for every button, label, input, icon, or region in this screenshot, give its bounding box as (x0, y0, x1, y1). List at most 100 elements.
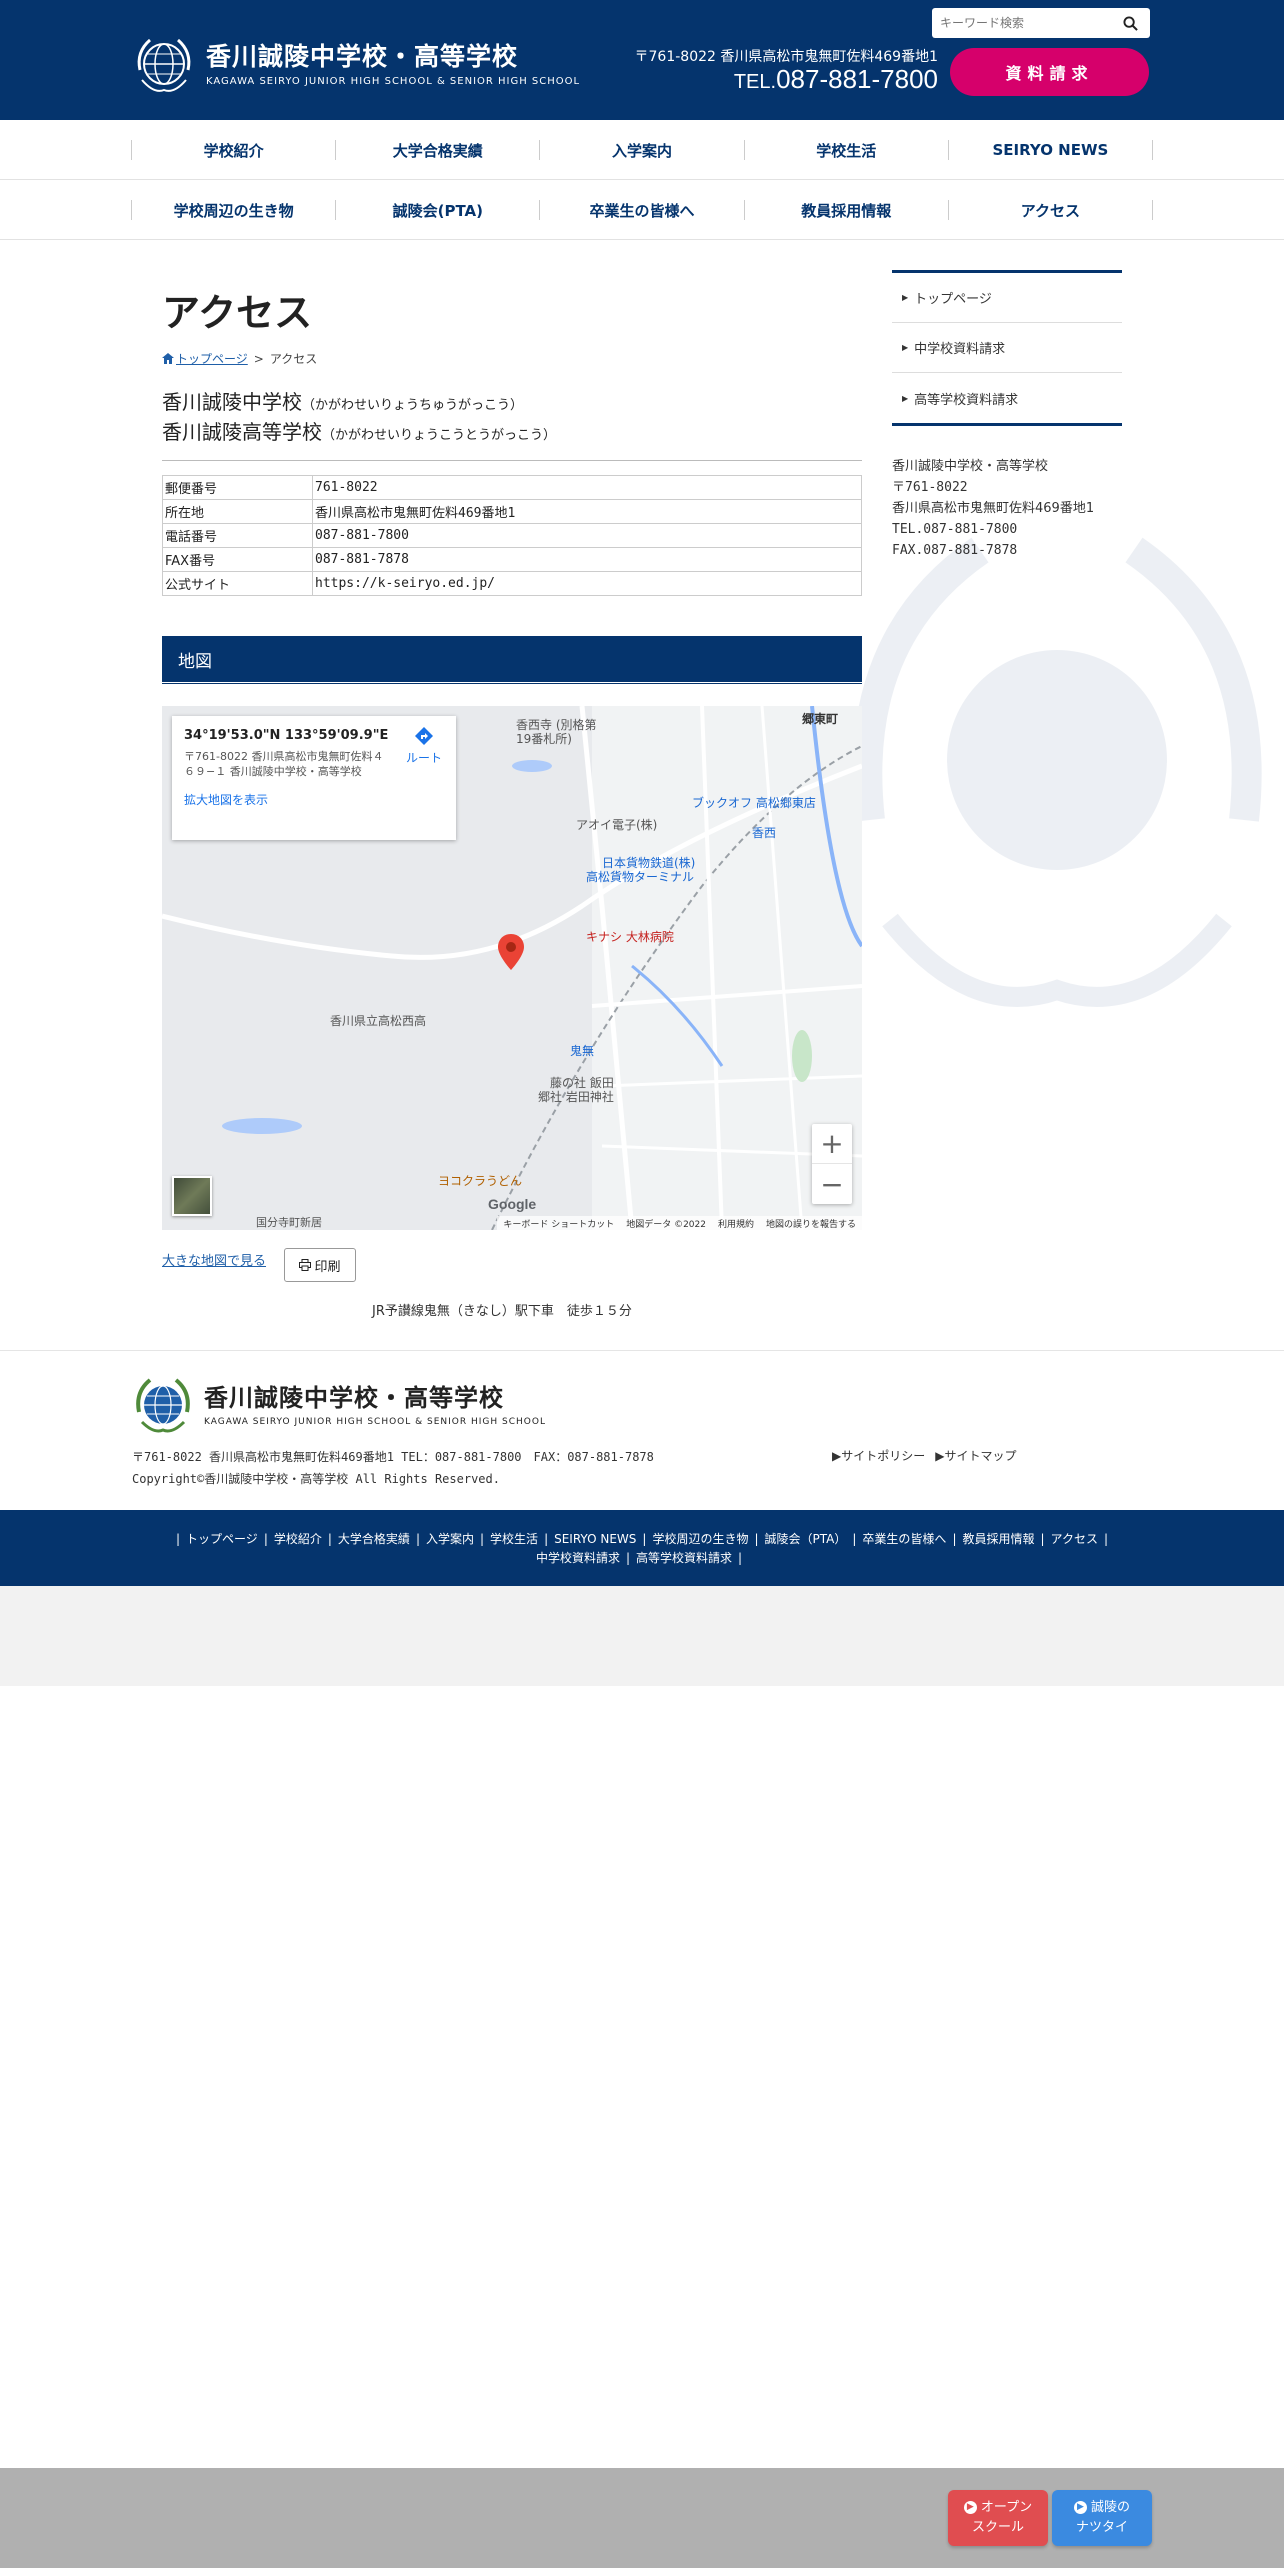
map-route-button[interactable]: ルート (406, 726, 442, 766)
map-label-kozai-temple: 香西寺 (別格第19番札所) (516, 718, 597, 746)
sidebar-item-label: トップページ (914, 292, 992, 307)
sidebar-item-top[interactable]: ▶ トップページ (892, 273, 1122, 323)
sitemap-link[interactable]: ▶サイトマップ (935, 1447, 1016, 1464)
big-map-link[interactable]: 大きな地図で見る (162, 1250, 266, 1269)
breadcrumb-home-link[interactable]: トップページ (162, 350, 248, 367)
global-nav-row1: 学校紹介 大学合格実績 入学案内 学校生活 SEIRYO NEWS (0, 120, 1284, 180)
map-label-udon: ヨコクラうどん (438, 1174, 523, 1188)
footer-grey-band (0, 1586, 1284, 1686)
open-school-button[interactable]: ▶ オープン スクール (948, 2490, 1048, 2546)
school-info-table: 郵便番号 761-8022 所在地 香川県高松市鬼無町佐料469番地1 電話番号 08… (162, 475, 862, 596)
nav-item-pta[interactable]: 誠陵会(PTA) (335, 200, 539, 220)
chevron-right-icon: ▶ (902, 343, 909, 352)
school-name-senior-text: 香川誠陵高等学校 (162, 420, 322, 444)
footer-logo[interactable]: 香川誠陵中学校・高等学校 KAGAWA SEIRYO JUNIOR HIGH S… (130, 1372, 546, 1438)
tel-prefix: TEL. (733, 71, 777, 93)
site-policy-link[interactable]: ▶サイトポリシー (832, 1447, 925, 1464)
table-value: 087-881-7800 (312, 523, 862, 548)
footer-address: 〒761-8022 香川県高松市鬼無町佐料469番地1 TEL：087-881-… (132, 1450, 654, 1464)
satellite-toggle-button[interactable] (172, 1176, 212, 1216)
school-name-senior-kana: （かがわせいりょうこうとうがっこう） (322, 428, 557, 443)
logo-title: 香川誠陵中学校・高等学校 (206, 41, 519, 71)
nav-item-local-creatures[interactable]: 学校周辺の生き物 (131, 200, 335, 220)
footer-nav-alumni[interactable]: 卒業生の皆様へ (862, 1532, 946, 1546)
map-address: 〒761-8022 香川県高松市鬼無町佐料４６９−１ 香川誠陵中学校・高等学校 (184, 750, 384, 778)
footer-nav-university-results[interactable]: 大学合格実績 (338, 1532, 410, 1546)
map-keyboard-shortcuts[interactable]: キーボード ショートカット (503, 1217, 614, 1230)
footer-nav-access[interactable]: アクセス (1051, 1532, 1098, 1546)
breadcrumb: トップページ > アクセス (162, 350, 317, 367)
map-label-aoi: アオイ電子(株) (576, 818, 658, 832)
site-policy-label: サイトポリシー (841, 1449, 926, 1463)
home-icon (162, 353, 174, 364)
sitemap-label: サイトマップ (944, 1449, 1017, 1463)
sidebar-item-label: 高等学校資料請求 (914, 392, 1019, 408)
school-emblem-icon (136, 1378, 190, 1433)
footer-nav: | トップページ | 学校紹介 | 大学合格実績 | 入学案内 | 学校生活 | SEIRYO NEW… (0, 1510, 1284, 1586)
station-directions: JR予讃線鬼無（きなし）駅下車 徒歩１５分 (372, 1304, 632, 1319)
nav-item-university-results[interactable]: 大学合格実績 (335, 140, 539, 160)
school-name-junior-kana: （かがわせいりょうちゅうがっこう） (302, 398, 524, 413)
nav-item-school-life[interactable]: 学校生活 (743, 140, 948, 160)
breadcrumb-separator: > (253, 351, 264, 366)
breadcrumb-current: アクセス (269, 352, 318, 366)
sidebar-postal: 〒761-8022 (892, 480, 968, 495)
footer-nav-pta[interactable]: 誠陵会（PTA） (765, 1532, 847, 1546)
map-enlarge-link[interactable]: 拡大地図を表示 (184, 791, 444, 808)
copyright: Copyright©香川誠陵中学校・高等学校 All Rights Reserv… (132, 1472, 500, 1486)
school-name-junior-text: 香川誠陵中学校 (162, 390, 302, 414)
sidebar-item-label: 中学校資料請求 (914, 342, 1006, 357)
nav-item-seiryo-news[interactable]: SEIRYO NEWS (947, 140, 1154, 160)
request-materials-button[interactable]: 資料請求 (950, 48, 1149, 96)
footer-nav-seiryo-news[interactable]: SEIRYO NEWS (554, 1532, 636, 1546)
footer-nav-local-creatures[interactable]: 学校周辺の生き物 (652, 1532, 748, 1546)
page-title: アクセス (162, 291, 313, 335)
footer-nav-admission[interactable]: 入学案内 (426, 1532, 474, 1546)
footer-nav-recruitment[interactable]: 教員採用情報 (962, 1532, 1034, 1546)
search-input[interactable] (932, 9, 1112, 37)
map-label-kokubunji: 国分寺町新居 (256, 1216, 322, 1229)
nav-item-alumni[interactable]: 卒業生の皆様へ (539, 200, 743, 220)
table-row: 郵便番号 761-8022 (162, 475, 862, 500)
breadcrumb-home-label: トップページ (176, 352, 248, 366)
sidebar-item-junior-request[interactable]: ▶ 中学校資料請求 (892, 323, 1122, 373)
footer-nav-senior-request[interactable]: 高等学校資料請求 (636, 1551, 732, 1565)
table-row: 所在地 香川県高松市鬼無町佐料469番地1 (162, 499, 862, 524)
nav-item-school-intro[interactable]: 学校紹介 (131, 140, 335, 160)
sidebar-item-senior-request[interactable]: ▶ 高等学校資料請求 (892, 373, 1122, 423)
zoom-out-button[interactable]: − (812, 1164, 852, 1204)
sidebar-school-info: 香川誠陵中学校・高等学校 〒761-8022 香川県高松市鬼無町佐料469番地1… (892, 456, 1094, 561)
footer-links: ▶サイトポリシー ▶サイトマップ (832, 1447, 1017, 1464)
map-data-credit: 地図データ ©2022 (626, 1219, 706, 1230)
map-label-iwata: 郷社 岩田神社 (538, 1090, 614, 1104)
search-button[interactable] (1112, 8, 1148, 38)
table-key: FAX番号 (162, 547, 313, 572)
search-box (932, 8, 1150, 38)
table-key: 郵便番号 (162, 475, 313, 500)
zoom-in-button[interactable]: + (812, 1124, 852, 1164)
site-logo[interactable]: 香川誠陵中学校・高等学校 KAGAWA SEIRYO JUNIOR HIGH S… (130, 30, 580, 98)
table-row: 電話番号 087-881-7800 (162, 523, 862, 548)
print-button[interactable]: 印刷 (284, 1248, 356, 1282)
map-terms-link[interactable]: 利用規約 (718, 1217, 754, 1230)
header-address: 〒761-8022 香川県高松市鬼無町佐料469番地1 (634, 49, 938, 65)
footer-nav-school-intro[interactable]: 学校紹介 (274, 1532, 322, 1546)
map-label-kozai: 香西 (752, 826, 777, 840)
table-value: 761-8022 (312, 475, 862, 500)
footer-nav-junior-request[interactable]: 中学校資料請求 (536, 1551, 620, 1565)
divider (162, 460, 862, 461)
nav-item-admission[interactable]: 入学案内 (539, 140, 743, 160)
map-report-link[interactable]: 地図の誤りを報告する (766, 1217, 856, 1230)
google-map[interactable]: 香西寺 (別格第19番札所) 郷東町 アオイ電子(株) ブックオフ 高松郷東店 … (162, 706, 862, 1230)
table-row: 公式サイト https://k-seiryo.ed.jp/ (162, 571, 862, 596)
table-value: 087-881-7878 (312, 547, 862, 572)
nav-item-recruitment[interactable]: 教員採用情報 (743, 200, 948, 220)
sidebar-tel: TEL.087-881-7800 (892, 522, 1018, 537)
natsutai-button[interactable]: ▶ 誠陵の ナツタイ (1052, 2490, 1152, 2546)
footer-nav-school-life[interactable]: 学校生活 (490, 1532, 538, 1546)
map-label-bookoff: ブックオフ 高松郷東店 (692, 796, 816, 810)
global-nav-row2: 学校周辺の生き物 誠陵会(PTA) 卒業生の皆様へ 教員採用情報 アクセス (0, 180, 1284, 240)
footer-nav-top[interactable]: トップページ (186, 1532, 258, 1546)
nav-item-access[interactable]: アクセス (947, 200, 1154, 220)
sidebar-menu: ▶ トップページ ▶ 中学校資料請求 ▶ 高等学校資料請求 (892, 270, 1122, 426)
